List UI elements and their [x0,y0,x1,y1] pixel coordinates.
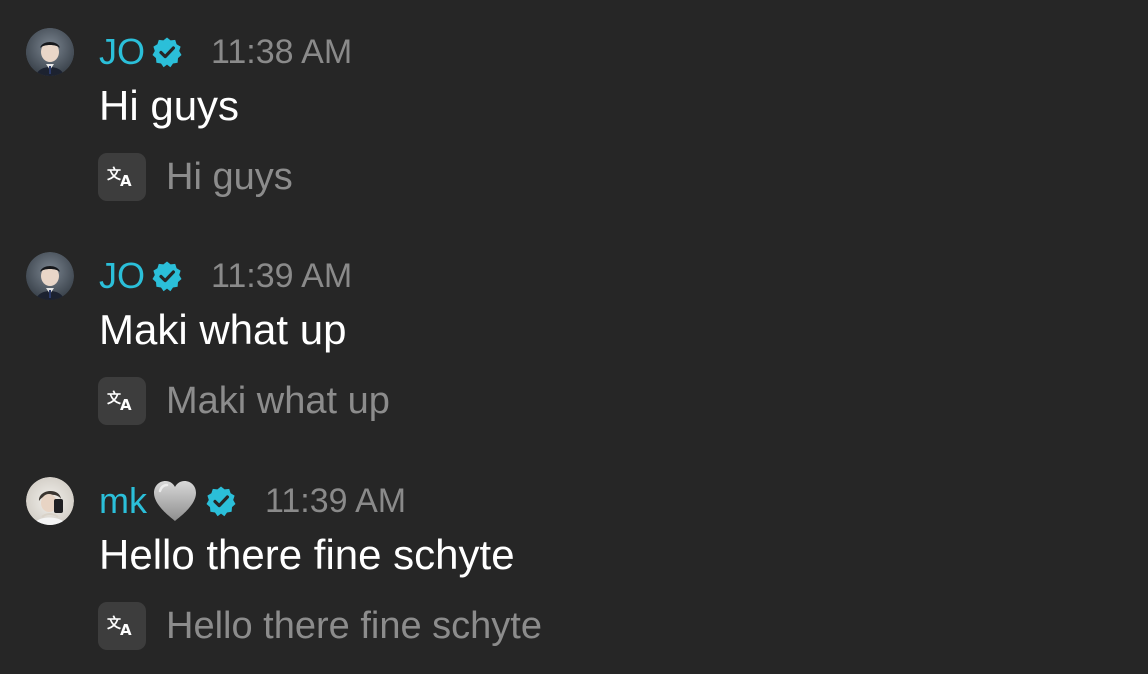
translate-icon[interactable]: 文 A [98,153,146,201]
message-timestamp: 11:38 AM [211,33,353,71]
message-translation: 文 A Hi guys [98,153,293,201]
avatar-jo-image [26,28,74,76]
message-header: JO 11:39 AM [99,254,352,298]
svg-text:A: A [120,396,132,413]
translate-icon[interactable]: 文 A [98,602,146,650]
avatar-mk-image [26,477,74,525]
message-timestamp: 11:39 AM [211,257,353,295]
verified-badge-icon [205,485,237,517]
message-text: Maki what up [99,306,347,353]
avatar[interactable] [26,252,74,300]
username[interactable]: JO [99,30,145,74]
translate-icon[interactable]: 文 A [98,377,146,425]
message-timestamp: 11:39 AM [265,482,407,520]
avatar[interactable] [26,28,74,76]
chat-message-list: JO 11:38 AM Hi guys 文 A Hi guys JO 11:39… [0,0,1148,674]
message-header: JO 11:38 AM [99,30,352,74]
grey-heart-icon [151,479,199,523]
message-translation: 文 A Hello there fine schyte [98,602,542,650]
avatar-jo-image [26,252,74,300]
avatar[interactable] [26,477,74,525]
username[interactable]: JO [99,254,145,298]
chat-message[interactable]: JO 11:38 AM Hi guys 文 A Hi guys [0,0,1148,225]
svg-text:A: A [120,621,132,638]
verified-badge-icon [151,36,183,68]
username[interactable]: mk [99,479,147,523]
verified-badge-icon [151,260,183,292]
chat-message[interactable]: JO 11:39 AM Maki what up 文 A Maki what u… [0,224,1148,449]
translated-text: Maki what up [166,380,390,422]
message-text: Hello there fine schyte [99,531,515,578]
translated-text: Hello there fine schyte [166,605,542,647]
message-header: mk 11:39 AM [99,479,406,523]
message-translation: 文 A Maki what up [98,377,390,425]
svg-text:A: A [120,172,132,189]
chat-message[interactable]: mk 11:39 AM Hello there fine schyte 文 A … [0,449,1148,674]
translated-text: Hi guys [166,156,293,198]
message-text: Hi guys [99,82,240,129]
